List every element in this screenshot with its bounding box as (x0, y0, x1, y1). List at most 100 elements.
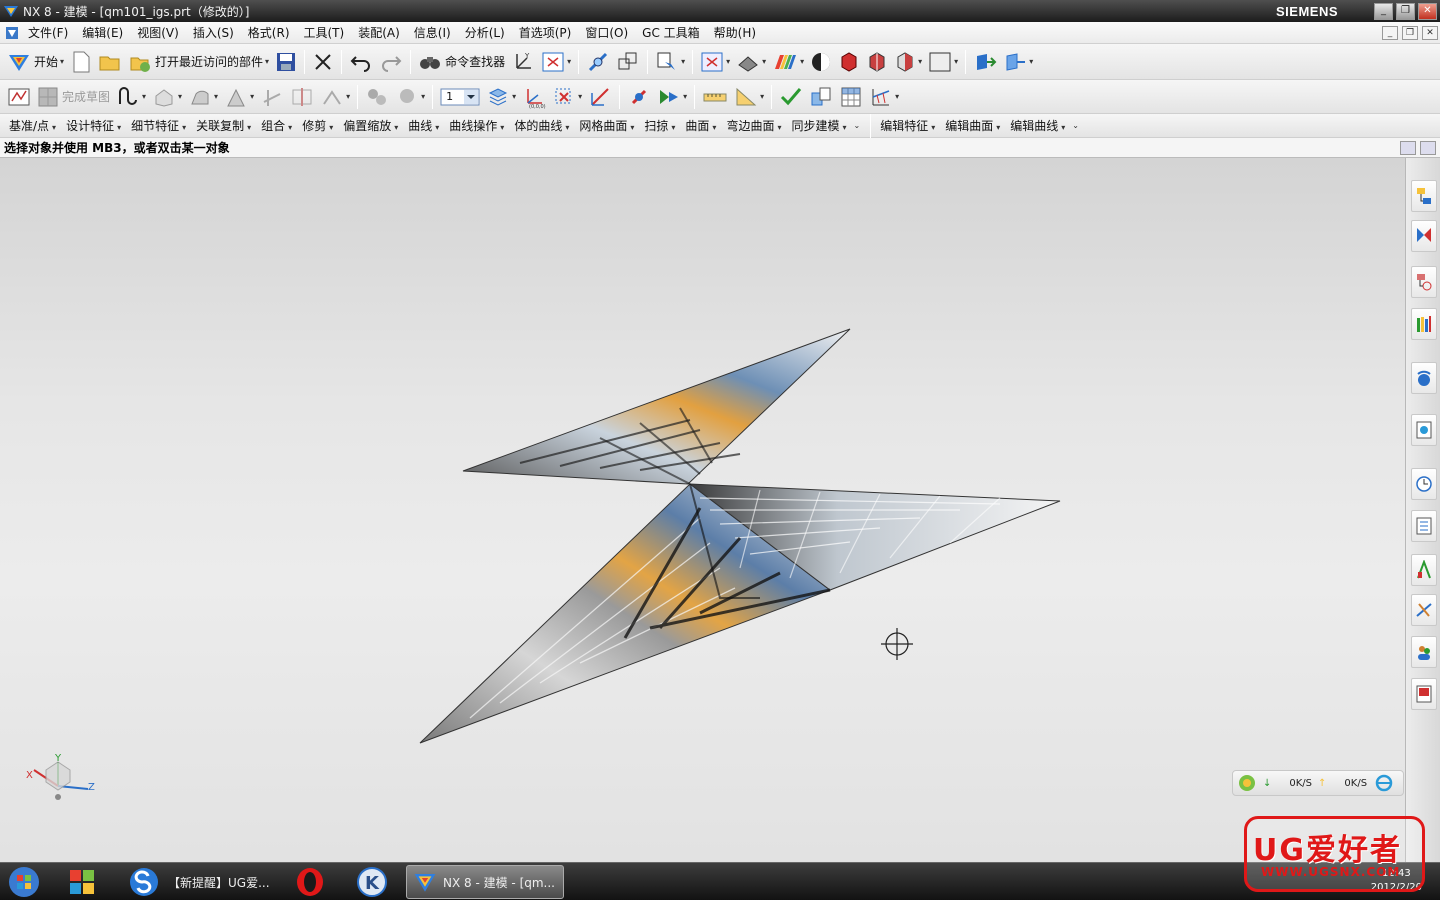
child-close-button[interactable]: ✕ (1422, 26, 1438, 40)
toolbar-sweep[interactable]: 扫掠 ▾ (639, 117, 680, 134)
clip-section-button[interactable] (863, 48, 891, 76)
datum-axis-button[interactable] (585, 83, 615, 111)
cue-maximize-button[interactable] (1420, 140, 1436, 155)
show-hide-button[interactable]: ▾ (654, 83, 690, 111)
web-browser-tab[interactable] (1411, 414, 1437, 446)
sketch-button[interactable] (4, 83, 34, 111)
toolbar-offset-scale[interactable]: 偏置缩放 ▾ (338, 117, 403, 134)
nx-menu-icon[interactable] (5, 26, 19, 40)
process-studio-tab[interactable] (1411, 554, 1437, 586)
child-restore-button[interactable]: ❐ (1402, 26, 1418, 40)
part-navigator-tab[interactable] (1411, 266, 1437, 298)
toolbar-curve-from-body[interactable]: 体的曲线 ▾ (509, 117, 574, 134)
work-layer-select[interactable]: 1 (437, 83, 483, 111)
fit-view-button[interactable]: ▾ (538, 48, 574, 76)
render-style-button[interactable]: ▾ (733, 48, 769, 76)
menu-view[interactable]: 视图(V) (130, 24, 186, 41)
finish-sketch-button[interactable]: 完成草图 (34, 83, 113, 111)
taskbar-browser-task[interactable]: 【新提醒】UG爱... (128, 865, 270, 899)
pattern-button[interactable] (362, 83, 392, 111)
examine-geometry-button[interactable] (806, 83, 836, 111)
menu-help[interactable]: 帮助(H) (707, 24, 763, 41)
menu-window[interactable]: 窗口(O) (578, 24, 635, 41)
redo-button[interactable] (376, 48, 406, 76)
lower-surface[interactable] (419, 483, 1061, 744)
snap-view-button[interactable] (583, 48, 613, 76)
toolbar-surface[interactable]: 曲面 ▾ (680, 117, 721, 134)
menu-information[interactable]: 信息(I) (407, 24, 458, 41)
menu-gc-toolkit[interactable]: GC 工具箱 (635, 24, 707, 41)
draft-button[interactable]: ▾ (221, 83, 257, 111)
menu-file[interactable]: 文件(F) (21, 24, 75, 41)
point-button[interactable]: ▾ (549, 83, 585, 111)
new-file-button[interactable] (67, 48, 95, 76)
start-button[interactable]: 开始 ▾ (4, 48, 67, 76)
maximize-button[interactable]: ❐ (1396, 2, 1415, 20)
table-button[interactable] (836, 83, 866, 111)
graphics-window[interactable]: X Y Z (0, 158, 1405, 862)
measure-angle-button[interactable]: ▾ (731, 83, 767, 111)
command-finder-button[interactable]: 命令查找器 (415, 48, 508, 76)
menu-insert[interactable]: 插入(S) (186, 24, 241, 41)
menu-analysis[interactable]: 分析(L) (458, 24, 512, 41)
system-scenes-tab[interactable] (1411, 678, 1437, 710)
menu-preferences[interactable]: 首选项(P) (512, 24, 579, 41)
measure-distance-button[interactable] (699, 83, 731, 111)
undo-button[interactable] (346, 48, 376, 76)
mirror-feature-button[interactable]: ▾ (392, 83, 428, 111)
assembly-navigator-tab[interactable] (1411, 180, 1437, 212)
taskbar-opera[interactable] (294, 865, 326, 899)
face-analysis-button[interactable]: ▾ (769, 48, 807, 76)
toolbar-synchronous-modeling[interactable]: 同步建模 ▾ (786, 117, 851, 134)
save-button[interactable] (272, 48, 300, 76)
start-orb[interactable] (6, 865, 42, 899)
manufacturing-wizards-tab[interactable] (1411, 594, 1437, 626)
model-canvas[interactable]: X Y Z (0, 158, 1405, 862)
toolbar-associative-copy[interactable]: 关联复制 ▾ (191, 117, 256, 134)
taskbar-app-photo[interactable] (66, 865, 98, 899)
open-recent-button[interactable]: 打开最近访问的部件 ▾ (125, 48, 272, 76)
upper-surface[interactable] (462, 328, 851, 485)
layer-settings-button[interactable]: ▾ (483, 83, 519, 111)
zoom-fit-button[interactable]: ▾ (697, 48, 733, 76)
taskbar-k-app[interactable]: K (356, 865, 388, 899)
child-minimize-button[interactable]: _ (1382, 26, 1398, 40)
close-button[interactable]: ✕ (1418, 2, 1437, 20)
toolbar-design-feature[interactable]: 设计特征 ▾ (61, 117, 126, 134)
wave-button[interactable]: ▾ (1000, 48, 1036, 76)
toolbar-combine[interactable]: 组合 ▾ (256, 117, 297, 134)
toolbar-datum-point[interactable]: 基准/点 ▾ (4, 117, 61, 134)
edit-section-button[interactable] (835, 48, 863, 76)
snap-point-button[interactable] (624, 83, 654, 111)
view-triad[interactable]: X Y Z (26, 753, 95, 800)
roles-tab[interactable] (1411, 636, 1437, 668)
curve-analysis-button[interactable]: ▾ (866, 83, 902, 111)
offset-face-button[interactable]: ▾ (317, 83, 353, 111)
profile-button[interactable]: ▾ (113, 83, 149, 111)
edge-blend-button[interactable]: ▾ (185, 83, 221, 111)
reuse-library-tab[interactable] (1411, 308, 1437, 340)
toolbar-edit-curve[interactable]: 编辑曲线 ▾ (1005, 117, 1070, 134)
taskbar-nx-task[interactable]: NX 8 - 建模 - [qm... (406, 865, 564, 899)
selection-filter-button[interactable]: ▾ (652, 48, 688, 76)
menu-format[interactable]: 格式(R) (241, 24, 297, 41)
menu-edit[interactable]: 编辑(E) (75, 24, 130, 41)
check-geometry-button[interactable] (776, 83, 806, 111)
move-component-button[interactable] (970, 48, 1000, 76)
wcs-button[interactable]: Y (508, 48, 538, 76)
toolbar-flange-surface[interactable]: 弯边曲面 ▾ (721, 117, 786, 134)
toolbar-curve-operation[interactable]: 曲线操作 ▾ (444, 117, 509, 134)
net-monitor-icon[interactable] (1237, 773, 1257, 793)
system-materials-tab[interactable] (1411, 510, 1437, 542)
toolbar-detail-feature[interactable]: 细节特征 ▾ (126, 117, 191, 134)
constraint-navigator-tab[interactable] (1411, 220, 1437, 252)
menu-assembly[interactable]: 装配(A) (351, 24, 407, 41)
extrude-button[interactable]: ▾ (149, 83, 185, 111)
view-orient-button[interactable] (613, 48, 643, 76)
open-folder-button[interactable] (95, 48, 125, 76)
view-section-button[interactable]: ▾ (891, 48, 925, 76)
datum-csys-button[interactable]: (0,0,0) (519, 83, 549, 111)
ie-icon[interactable] (1375, 774, 1393, 792)
background-button[interactable]: ▾ (925, 48, 961, 76)
cue-layout-button[interactable] (1400, 140, 1416, 155)
